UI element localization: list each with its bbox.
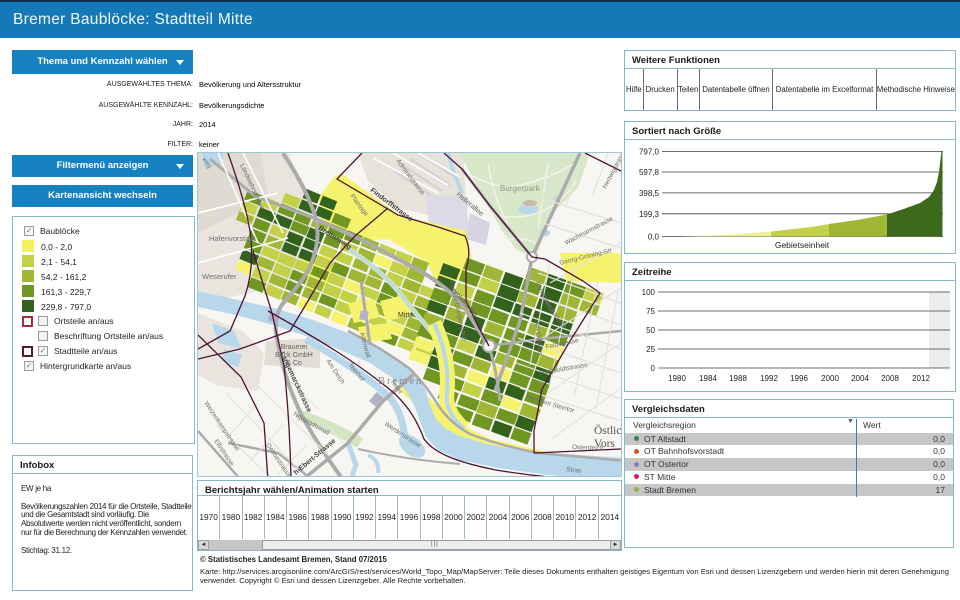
svg-text:199,3: 199,3 (639, 210, 660, 219)
svg-text:25: 25 (646, 345, 655, 354)
svg-text:398,5: 398,5 (639, 189, 660, 198)
svg-text:2012: 2012 (912, 374, 930, 383)
svg-text:75: 75 (646, 307, 655, 316)
svg-text:1996: 1996 (790, 374, 808, 383)
svg-text:1980: 1980 (668, 374, 686, 383)
svg-text:Gebietseinheit: Gebietseinheit (775, 240, 830, 250)
svg-text:Bremen: Bremen (378, 376, 423, 387)
svg-text:Östlic: Östlic (594, 423, 621, 437)
svg-text:1988: 1988 (729, 374, 747, 383)
svg-text:100: 100 (642, 288, 656, 297)
svg-text:597,8: 597,8 (639, 168, 660, 177)
svg-text:Bürgerpark: Bürgerpark (500, 184, 541, 193)
svg-text:Osterdeich: Osterdeich (572, 444, 604, 452)
svg-text:Mitte: Mitte (398, 312, 413, 319)
svg-text:Weserufer: Weserufer (202, 272, 237, 281)
svg-text:0: 0 (651, 364, 656, 373)
svg-text:0,0: 0,0 (648, 233, 660, 242)
svg-text:2008: 2008 (881, 374, 899, 383)
svg-text:2000: 2000 (821, 374, 839, 383)
svg-text:50: 50 (646, 326, 655, 335)
svg-text:Hafenvorstadt: Hafenvorstadt (209, 234, 257, 243)
svg-text:1992: 1992 (760, 374, 778, 383)
svg-text:2004: 2004 (851, 374, 869, 383)
svg-text:1984: 1984 (699, 374, 717, 383)
svg-text:797,0: 797,0 (639, 147, 660, 156)
